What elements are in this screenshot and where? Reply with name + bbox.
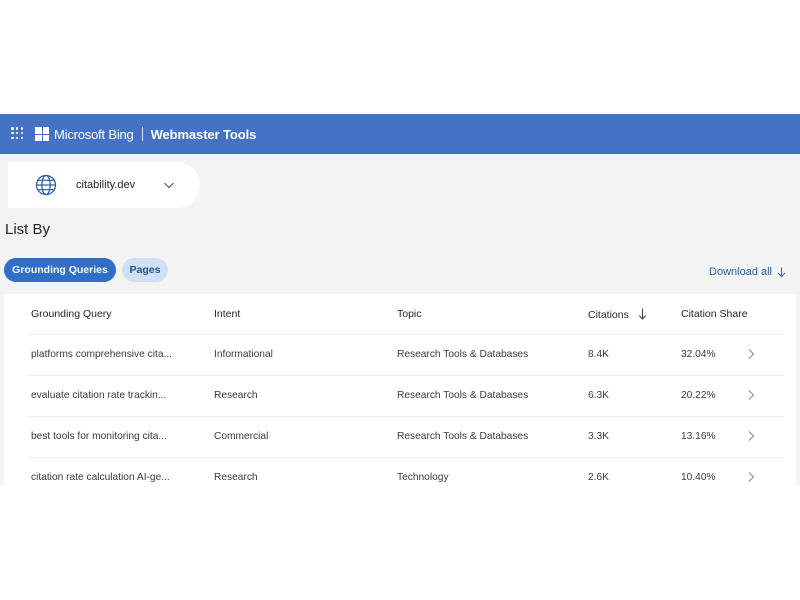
cell-topic: Research Tools & Databases (397, 349, 529, 360)
cell-citations: 6.3K (588, 390, 609, 401)
cell-query: citation rate calculation AI-ge... (31, 472, 170, 483)
product-name[interactable]: Webmaster Tools (151, 127, 257, 142)
microsoft-logo-icon (35, 127, 49, 141)
table-header: Grounding Query Intent Topic Citations C… (4, 294, 796, 334)
grounding-queries-table: Grounding Query Intent Topic Citations C… (4, 294, 796, 486)
row-divider (28, 457, 784, 458)
chevron-right-icon[interactable] (747, 471, 755, 483)
citations-header-label: Citations (588, 309, 629, 321)
table-row[interactable]: best tools for monitoring cita... Commer… (4, 416, 796, 457)
top-letterbox (0, 0, 800, 114)
cell-citations: 2.6K (588, 472, 609, 483)
row-divider (28, 334, 784, 335)
row-divider (28, 375, 784, 376)
cell-query: platforms comprehensive cita... (31, 349, 172, 360)
list-by-heading: List By (5, 221, 51, 238)
table-row[interactable]: evaluate citation rate trackin... Resear… (4, 375, 796, 416)
download-arrow-icon (777, 267, 786, 277)
sort-descending-icon[interactable] (638, 308, 647, 320)
cell-query: best tools for monitoring cita... (31, 431, 167, 442)
chevron-right-icon[interactable] (747, 348, 755, 360)
site-selector[interactable]: citability.dev (8, 162, 200, 208)
brand-name[interactable]: Microsoft Bing (54, 127, 134, 142)
cell-intent: Research (214, 390, 258, 401)
column-header-citations[interactable]: Citations (588, 308, 647, 321)
bottom-letterbox (0, 486, 800, 600)
cell-intent: Informational (214, 349, 273, 360)
cell-citation-share: 32.04% (681, 349, 716, 360)
column-header-citation-share[interactable]: Citation Share (681, 308, 748, 320)
cell-intent: Commercial (214, 431, 269, 442)
download-all-button[interactable]: Download all (709, 266, 786, 278)
cell-topic: Technology (397, 472, 449, 483)
table-row[interactable]: platforms comprehensive cita... Informat… (4, 334, 796, 375)
chevron-down-icon[interactable] (163, 179, 175, 191)
column-header-topic[interactable]: Topic (397, 308, 422, 320)
globe-icon (35, 174, 57, 196)
webmaster-tools-app: Microsoft Bing Webmaster Tools citabilit… (0, 114, 800, 486)
top-bar: Microsoft Bing Webmaster Tools (0, 114, 800, 154)
app-launcher-icon[interactable] (11, 127, 25, 141)
row-divider (28, 416, 784, 417)
column-header-intent[interactable]: Intent (214, 308, 240, 320)
tab-grounding-queries[interactable]: Grounding Queries (4, 258, 116, 282)
cell-topic: Research Tools & Databases (397, 431, 529, 442)
chevron-right-icon[interactable] (747, 389, 755, 401)
tab-pages[interactable]: Pages (122, 258, 168, 282)
site-name: citability.dev (76, 179, 136, 191)
cell-query: evaluate citation rate trackin... (31, 390, 167, 401)
brand-divider (141, 127, 143, 141)
table-row[interactable]: citation rate calculation AI-ge... Resea… (4, 457, 796, 486)
chevron-right-icon[interactable] (747, 430, 755, 442)
cell-citations: 3.3K (588, 431, 609, 442)
cell-intent: Research (214, 472, 258, 483)
cell-citation-share: 13.16% (681, 431, 716, 442)
download-all-label: Download all (709, 266, 772, 278)
cell-topic: Research Tools & Databases (397, 390, 529, 401)
cell-citations: 8.4K (588, 349, 609, 360)
cell-citation-share: 20.22% (681, 390, 716, 401)
cell-citation-share: 10.40% (681, 472, 716, 483)
column-header-grounding-query[interactable]: Grounding Query (31, 308, 112, 320)
